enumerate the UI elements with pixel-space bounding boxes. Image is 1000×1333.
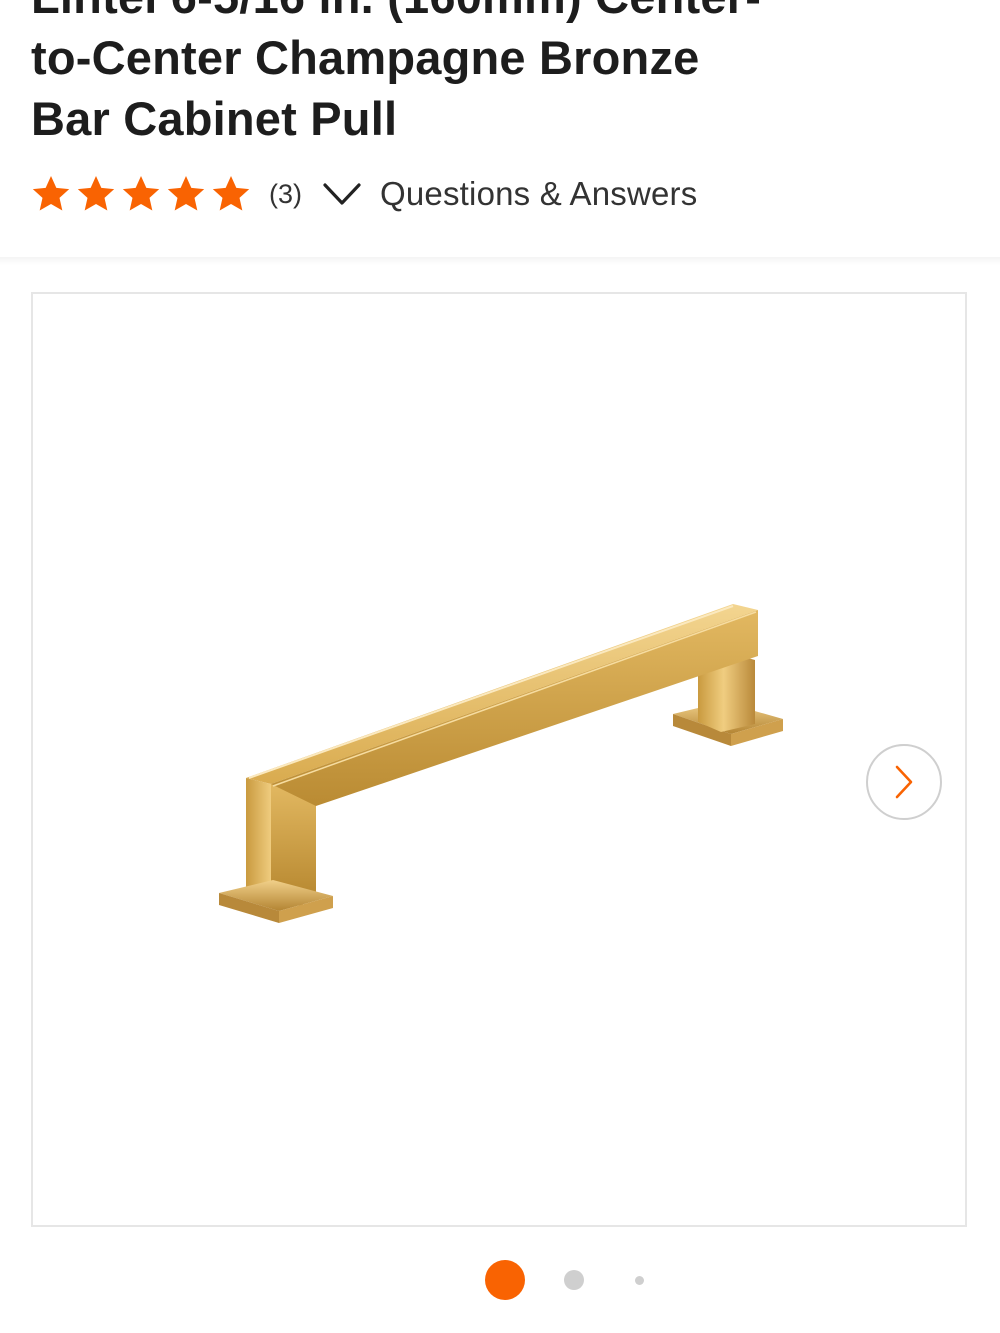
section-divider: [0, 257, 1000, 265]
product-title-line-2: to-Center Champagne Bronze: [31, 31, 700, 84]
star-icon: [32, 176, 70, 211]
star-rating[interactable]: [31, 174, 251, 214]
product-image-frame[interactable]: [31, 292, 967, 1227]
carousel-dot[interactable]: [564, 1270, 584, 1290]
product-title-line-3: Bar Cabinet Pull: [31, 92, 398, 145]
next-image-button[interactable]: [866, 744, 942, 820]
carousel-indicators: [0, 1258, 1000, 1302]
product-image: [219, 604, 783, 923]
star-icon: [212, 176, 250, 211]
chevron-down-icon[interactable]: [322, 181, 362, 207]
carousel-dot-active[interactable]: [485, 1260, 525, 1300]
product-page: Lintel 6-5/16 in. (160mm) Center- to-Cen…: [0, 0, 1000, 1333]
star-icon: [167, 176, 205, 211]
product-title: Lintel 6-5/16 in. (160mm) Center- to-Cen…: [31, 0, 931, 149]
product-title-line-1: Lintel 6-5/16 in. (160mm) Center-: [31, 0, 931, 27]
rating-row: (3) Questions & Answers: [31, 170, 697, 218]
star-icon: [77, 176, 115, 211]
carousel-dot[interactable]: [635, 1276, 644, 1285]
questions-answers-link[interactable]: Questions & Answers: [380, 175, 697, 213]
chevron-right-icon: [895, 765, 913, 799]
review-count[interactable]: (3): [269, 179, 302, 210]
star-icon: [122, 176, 160, 211]
